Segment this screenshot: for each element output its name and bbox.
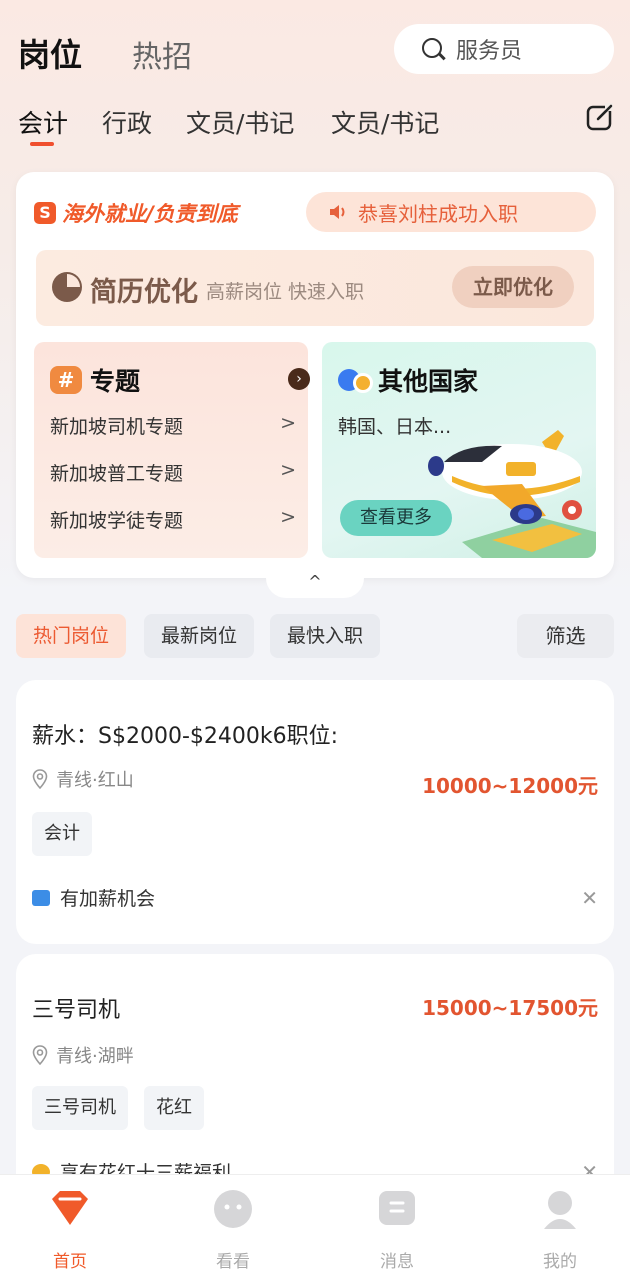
filter-button[interactable]: 筛选	[517, 614, 614, 658]
tab-home-label: 首页	[53, 1252, 87, 1272]
search-icon	[420, 36, 446, 62]
brand-slogan-text: 海外就业/负责到底	[62, 202, 238, 226]
job-salary: 15000~17500元	[422, 996, 598, 1020]
resume-icon	[52, 272, 82, 302]
tab-browse-label: 看看	[216, 1252, 250, 1272]
tab-home[interactable]: 首页	[20, 1175, 120, 1272]
close-icon[interactable]: ✕	[581, 886, 598, 910]
job-location: 青线·红山	[32, 766, 134, 792]
tab-profile-label: 我的	[543, 1252, 577, 1272]
airplane-illustration	[428, 430, 596, 558]
chip-fastest-onboarding[interactable]: 最快入职	[270, 614, 380, 658]
topic-item[interactable]: 新加坡司机专题 >	[50, 412, 296, 439]
resume-optimize-banner[interactable]: 简历优化 高薪岗位 快速入职 立即优化	[36, 250, 594, 326]
user-icon	[544, 1191, 576, 1229]
job-benefit: 有加薪机会	[32, 884, 155, 911]
job-title: 薪水：S$2000-$2400k6职位:	[32, 724, 339, 749]
speaker-icon	[330, 205, 345, 219]
globe-icon	[338, 369, 373, 393]
job-tag: 花红	[144, 1086, 204, 1130]
notice-text: 恭喜刘柱成功入职	[358, 201, 518, 226]
country-title: 其他国家	[378, 367, 479, 396]
country-header: 其他国家	[338, 362, 478, 398]
hashtag-icon: #	[50, 366, 82, 394]
bottom-tab-bar: 首页 看看 消息 我的	[0, 1174, 630, 1280]
job-salary: 10000~12000元	[422, 774, 598, 798]
topic-title: 专题	[90, 367, 141, 396]
tab-browse[interactable]: 看看	[183, 1175, 283, 1272]
topic-item-label: 新加坡学徒专题	[50, 510, 184, 532]
job-tag: 会计	[32, 812, 92, 856]
job-location-text: 青线·湖畔	[56, 1046, 134, 1067]
active-tab-indicator	[30, 142, 54, 146]
tab-messages-label: 消息	[380, 1252, 414, 1272]
job-title: 三号司机	[32, 998, 121, 1023]
job-location: 青线·湖畔	[32, 1042, 134, 1068]
chevron-right-icon: >	[280, 506, 296, 528]
tab-positions[interactable]: 岗位	[18, 30, 82, 76]
category-tab-3[interactable]: 文员/书记	[186, 104, 294, 140]
other-countries-panel[interactable]: 其他国家 韩国、日本... 查看更多	[322, 342, 596, 558]
edit-icon[interactable]	[585, 102, 615, 132]
job-benefit-text: 有加薪机会	[60, 888, 156, 910]
job-location-text: 青线·红山	[56, 770, 134, 791]
topic-panel: # 专题 › 新加坡司机专题 > 新加坡普工专题 > 新加坡学徒专题 >	[34, 342, 310, 558]
search-placeholder: 服务员	[456, 39, 523, 64]
topic-item[interactable]: 新加坡学徒专题 >	[50, 506, 296, 533]
category-tab-1[interactable]: 会计	[18, 104, 68, 140]
category-tab-4[interactable]: 文员/书记	[331, 104, 439, 140]
chip-latest-positions[interactable]: 最新岗位	[144, 614, 254, 658]
category-tab-2[interactable]: 行政	[102, 104, 152, 140]
collapse-chevron-up-icon[interactable]: ^	[266, 570, 364, 598]
resume-subtitle: 高薪岗位 快速入职	[206, 281, 365, 303]
location-pin-icon	[32, 1045, 48, 1065]
promo-card: S 海外就业/负责到底 恭喜刘柱成功入职 简历优化 高薪岗位 快速入职 立即优化…	[16, 172, 614, 578]
job-tag: 三号司机	[32, 1086, 128, 1130]
topic-item-label: 新加坡司机专题	[50, 416, 184, 438]
brand-logo-icon: S	[34, 202, 56, 224]
topic-item-label: 新加坡普工专题	[50, 463, 184, 485]
job-filter-bar: 热门岗位 最新岗位 最快入职 筛选	[16, 614, 614, 660]
wallet-icon	[32, 889, 50, 906]
chevron-right-icon: >	[280, 412, 296, 434]
topic-item[interactable]: 新加坡普工专题 >	[50, 459, 296, 486]
chevron-right-icon: >	[280, 459, 296, 481]
header: 岗位 热招 服务员 会计 行政 文员/书记 文员/书记	[0, 0, 630, 160]
tab-hot-jobs[interactable]: 热招	[132, 32, 192, 76]
resume-title: 简历优化	[90, 277, 198, 308]
chip-hot-positions[interactable]: 热门岗位	[16, 614, 126, 658]
optimize-now-button[interactable]: 立即优化	[452, 266, 574, 308]
tab-profile[interactable]: 我的	[510, 1175, 610, 1272]
face-icon	[214, 1190, 252, 1228]
search-box[interactable]: 服务员	[394, 24, 614, 74]
filter-button-label: 筛选	[545, 624, 586, 648]
brand-slogan: S 海外就业/负责到底	[34, 198, 238, 228]
home-diamond-icon	[52, 1191, 88, 1225]
location-pin-icon	[32, 769, 48, 789]
topic-header[interactable]: # 专题	[50, 362, 140, 398]
topic-more-icon[interactable]: ›	[288, 368, 310, 390]
job-card[interactable]: 薪水：S$2000-$2400k6职位: 青线·红山 10000~12000元 …	[16, 680, 614, 944]
tab-messages[interactable]: 消息	[347, 1175, 447, 1272]
message-icon	[379, 1191, 415, 1225]
view-more-button[interactable]: 查看更多	[340, 500, 452, 536]
success-notice[interactable]: 恭喜刘柱成功入职	[306, 192, 596, 232]
